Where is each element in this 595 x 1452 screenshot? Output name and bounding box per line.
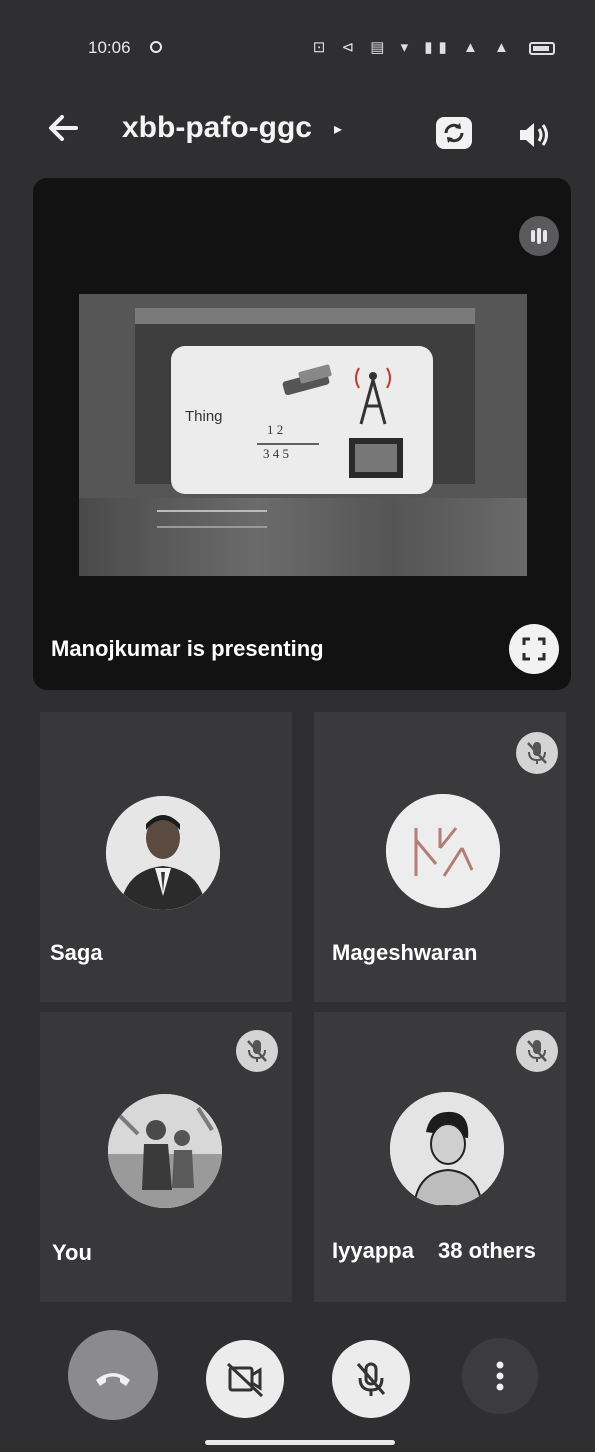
shared-screen: Thing 1 2 3 4 5 xyxy=(79,294,527,576)
avatar xyxy=(108,1094,222,1208)
fullscreen-icon xyxy=(522,637,546,661)
presentation-tile[interactable]: Thing 1 2 3 4 5 Manojkumar is presenting xyxy=(33,178,571,690)
camera-toggle-button[interactable] xyxy=(206,1340,284,1418)
participant-tile-saga[interactable]: Saga xyxy=(40,712,292,1002)
more-options-button[interactable] xyxy=(462,1338,538,1414)
meeting-code[interactable]: xbb-pafo-ggc xyxy=(122,111,312,145)
svg-text:1 2: 1 2 xyxy=(267,422,283,437)
battery-icon xyxy=(529,41,555,55)
status-bar: 10:06 ⊡ ⊲ ▤ ▾ ▮▮ ▲ ▲ xyxy=(0,30,595,70)
speaker-icon xyxy=(520,123,548,147)
svg-text:3 4 5: 3 4 5 xyxy=(263,446,289,461)
avatar xyxy=(386,794,500,908)
presenter-label: Manojkumar is presenting xyxy=(51,636,324,661)
audio-level-icon xyxy=(519,216,559,256)
camera-off-icon xyxy=(226,1362,264,1398)
avatar xyxy=(106,796,220,910)
fullscreen-button[interactable] xyxy=(509,624,559,674)
mic-off-icon xyxy=(236,1030,278,1072)
participant-name: You xyxy=(52,1240,92,1265)
status-time: 10:06 xyxy=(88,38,131,57)
participant-name: Saga xyxy=(50,940,103,965)
status-icons: ⊡ ⊲ ▤ ▾ ▮▮ ▲ ▲ xyxy=(313,38,555,56)
mic-off-icon xyxy=(516,732,558,774)
back-button[interactable] xyxy=(40,103,90,153)
slide-background-image xyxy=(79,498,527,576)
meeting-info-chevron-icon[interactable]: ▸ xyxy=(334,119,342,139)
others-count-label: 38 others xyxy=(438,1238,536,1263)
logo-avatar-icon xyxy=(386,794,500,908)
status-icons-text: ⊡ ⊲ ▤ ▾ ▮▮ ▲ ▲ xyxy=(312,39,515,56)
end-call-button[interactable] xyxy=(68,1330,158,1420)
participant-tile-others[interactable]: Iyyappa 38 others xyxy=(314,1012,566,1302)
person-photo-icon xyxy=(106,796,220,910)
mic-off-icon xyxy=(516,1030,558,1072)
more-vertical-icon xyxy=(496,1361,504,1391)
participant-name: Mageshwaran xyxy=(332,940,478,965)
switch-camera-button[interactable] xyxy=(432,111,476,155)
call-controls xyxy=(0,1330,595,1420)
back-arrow-icon xyxy=(49,115,78,141)
slide-illustration: 1 2 3 4 5 xyxy=(257,364,403,478)
participant-name: Iyyappa xyxy=(332,1238,414,1263)
participant-tile-you[interactable]: You xyxy=(40,1012,292,1302)
person-photo-icon xyxy=(108,1094,222,1208)
call-header: xbb-pafo-ggc ▸ xyxy=(0,95,595,165)
avatar xyxy=(390,1092,504,1206)
switch-camera-icon xyxy=(436,117,472,149)
mic-off-icon xyxy=(356,1362,386,1396)
audio-output-button[interactable] xyxy=(512,113,556,157)
slide-card: Thing 1 2 3 4 5 xyxy=(171,346,433,494)
status-notification-icon xyxy=(150,41,162,53)
home-indicator[interactable] xyxy=(205,1440,395,1445)
participant-tile-mageshwaran[interactable]: Mageshwaran xyxy=(314,712,566,1002)
end-call-icon xyxy=(96,1373,130,1386)
person-illustration-icon xyxy=(390,1092,504,1206)
slide-top-bar xyxy=(135,308,475,324)
mic-toggle-button[interactable] xyxy=(332,1340,410,1418)
slide-caption-lines xyxy=(157,510,267,528)
